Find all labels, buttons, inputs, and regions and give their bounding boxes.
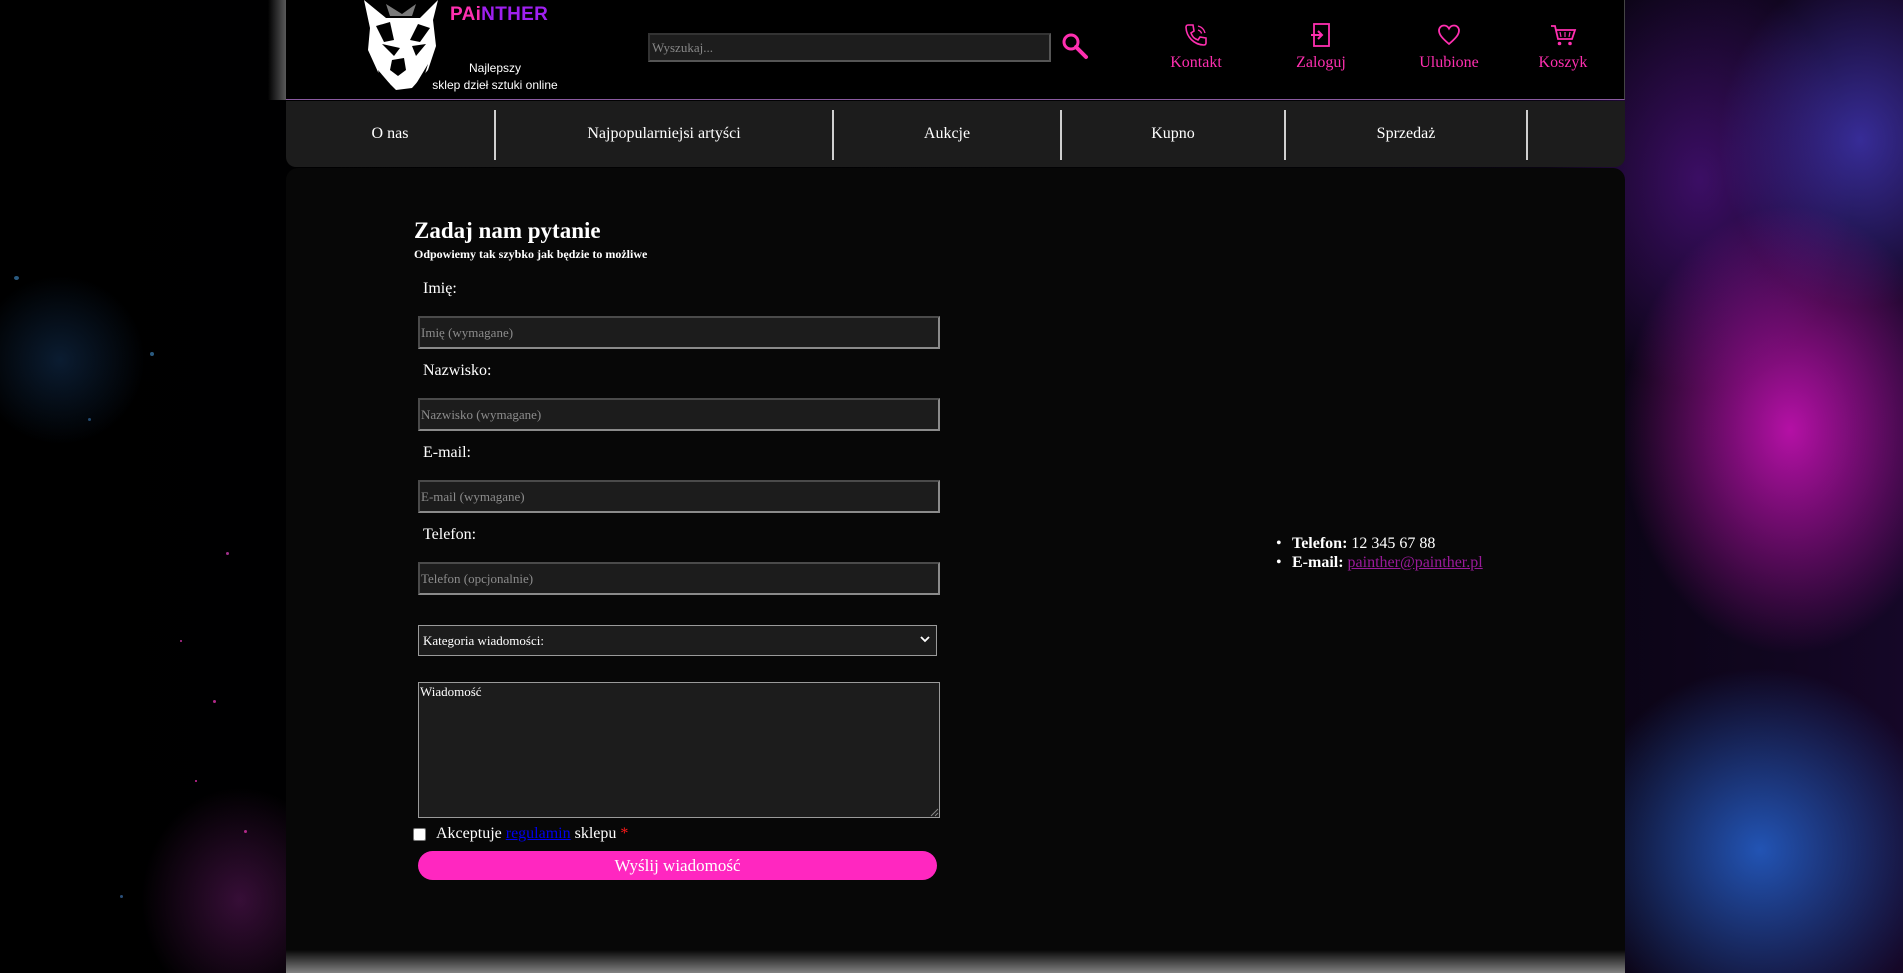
background-speck: [195, 780, 197, 782]
form-title: Zadaj nam pytanie: [414, 218, 601, 243]
search-input[interactable]: [648, 33, 1051, 62]
nav-ulubione-label: Ulubione: [1419, 54, 1479, 71]
nav-zaloguj[interactable]: Zaloguj: [1266, 22, 1376, 72]
last-name-field[interactable]: [418, 398, 940, 431]
contact-info: Telefon: 12 345 67 88 E-mail: painther@p…: [1276, 534, 1483, 572]
nav-kontakt-label: Kontakt: [1170, 54, 1222, 71]
terms-suffix: sklepu: [574, 825, 617, 842]
chevron-down-icon: [920, 626, 930, 655]
heart-icon: [1438, 24, 1460, 46]
background-speck: [88, 418, 91, 421]
menu-item-sprzedaz[interactable]: Sprzedaż: [1286, 101, 1526, 167]
category-select[interactable]: Kategoria wiadomości:: [418, 625, 937, 656]
contact-email-label: E-mail:: [1292, 554, 1344, 571]
first-name-field[interactable]: [418, 316, 940, 349]
contact-phone-label: Telefon:: [1292, 535, 1348, 552]
background-speck: [150, 352, 154, 356]
menu-item-kupno[interactable]: Kupno: [1062, 101, 1284, 167]
contact-panel: Zadaj nam pytanie Odpowiemy tak szybko j…: [286, 168, 1625, 973]
last-name-label: Nazwisko:: [423, 362, 492, 379]
menu-item-o-nas[interactable]: O nas: [286, 101, 494, 167]
background-speck: [180, 640, 182, 642]
cart-icon: [1551, 25, 1577, 46]
panel-bottom-glow: [286, 950, 1625, 973]
background-speck: [213, 700, 216, 703]
resize-grip-icon[interactable]: [929, 807, 939, 817]
background-speck: [14, 276, 19, 280]
contact-email: E-mail: painther@painther.pl: [1276, 553, 1483, 572]
tagline: Najlepszy sklep dzieł sztuki online: [420, 60, 570, 94]
message-field[interactable]: [418, 682, 940, 818]
category-select-value: Kategoria wiadomości:: [423, 633, 544, 648]
background-speck: [244, 830, 247, 833]
search-button[interactable]: [1060, 32, 1090, 62]
terms-checkbox[interactable]: [413, 828, 426, 841]
nav-ulubione[interactable]: Ulubione: [1394, 22, 1504, 72]
site-header: PAiNTHER Najlepszy sklep dzieł sztuki on…: [286, 0, 1625, 100]
contact-phone-value: 12 345 67 88: [1351, 535, 1436, 552]
first-name-label: Imię:: [423, 280, 457, 297]
terms-acceptance: Akceptuje regulamin sklepu *: [436, 825, 628, 843]
header-left-glow: [268, 0, 286, 100]
phone-field[interactable]: [418, 562, 940, 595]
login-icon: [1311, 23, 1330, 47]
nav-koszyk[interactable]: Koszyk: [1508, 22, 1618, 72]
menu-separator: [1526, 110, 1528, 160]
nav-koszyk-label: Koszyk: [1538, 54, 1588, 71]
tagline-line-2: sklep dzieł sztuki online: [432, 78, 558, 92]
menu-item-artysci[interactable]: Najpopularniejsi artyści: [496, 101, 832, 167]
background-speck: [226, 552, 229, 555]
required-mark: *: [620, 825, 629, 842]
email-label: E-mail:: [423, 444, 471, 461]
background-speck: [120, 895, 123, 898]
terms-prefix: Akceptuje: [436, 825, 502, 842]
brand-name-prefix: PAi: [450, 4, 482, 25]
brand-name-suffix: NTHER: [481, 4, 549, 25]
menu-item-aukcje[interactable]: Aukcje: [834, 101, 1060, 167]
contact-email-link[interactable]: painther@painther.pl: [1348, 554, 1483, 571]
tagline-line-1: Najlepszy: [468, 61, 522, 75]
terms-link[interactable]: regulamin: [506, 825, 571, 842]
main-menu: O nas Najpopularniejsi artyści Aukcje Ku…: [286, 101, 1625, 167]
email-field[interactable]: [418, 480, 940, 513]
send-message-button[interactable]: Wyślij wiadomość: [418, 851, 937, 880]
nav-zaloguj-label: Zaloguj: [1296, 54, 1346, 71]
form-subtitle: Odpowiemy tak szybko jak będzie to możli…: [414, 247, 648, 261]
phone-icon: [1185, 24, 1207, 46]
nav-kontakt[interactable]: Kontakt: [1141, 22, 1251, 72]
brand-name: PAiNTHER: [450, 4, 548, 26]
contact-phone: Telefon: 12 345 67 88: [1276, 534, 1483, 553]
search-icon: [1062, 33, 1088, 59]
phone-label: Telefon:: [423, 526, 477, 543]
